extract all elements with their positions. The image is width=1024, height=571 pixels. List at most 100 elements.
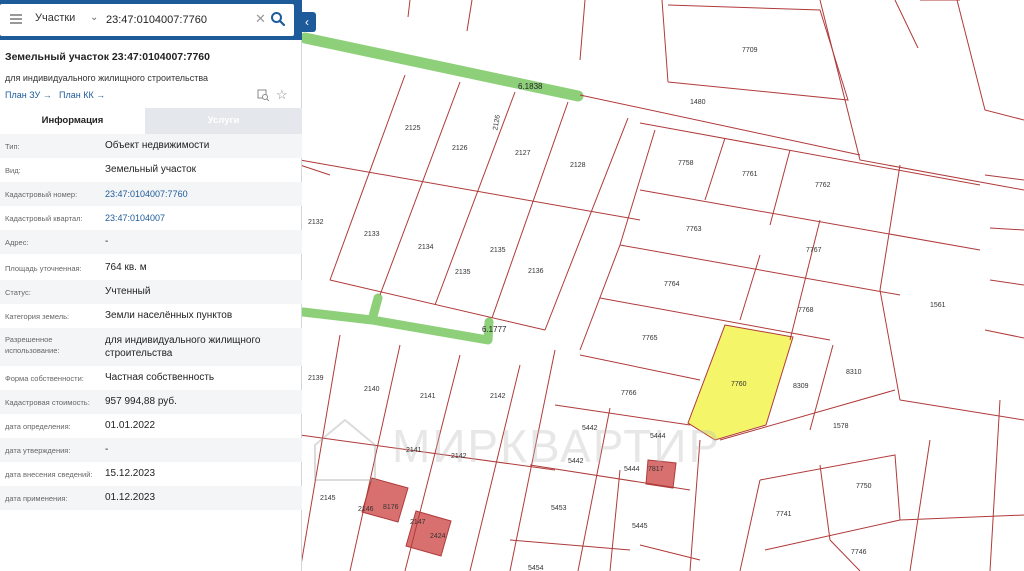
road-label: 6.1838 [518, 82, 543, 91]
plot-label: 2136 [528, 268, 544, 275]
tab-services[interactable]: Услуги [145, 108, 302, 134]
plot-label: 7760 [731, 381, 747, 388]
plot-label: 7758 [678, 160, 694, 167]
plot-label: 5442 [582, 425, 598, 432]
field-label: Тип: [5, 142, 20, 151]
plot-label: 2424 [430, 533, 446, 540]
field-row: Тип: Объект недвижимости [0, 134, 302, 158]
plot-label: 5454 [528, 565, 544, 571]
field-row: Форма собственности: Частная собственнос… [0, 366, 302, 390]
plot-label: 8310 [846, 369, 862, 376]
field-value: - [105, 444, 109, 455]
chevron-down-icon[interactable]: ⌄ [90, 12, 98, 23]
plot-label: 2127 [515, 150, 531, 157]
field-value: 764 кв. м [105, 262, 147, 273]
search-bar: Участки ⌄ ✕ [0, 0, 302, 40]
field-label: Кадастровый номер: [5, 190, 78, 199]
plot-label: 2142 [490, 393, 506, 400]
parcel-title: Земельный участок 23:47:0104007:7760 [5, 51, 210, 63]
field-row: Категория земель: Земли населённых пункт… [0, 304, 302, 328]
plot-label: 7764 [664, 281, 680, 288]
field-value: Учтенный [105, 286, 151, 297]
plot-label: 1480 [690, 99, 706, 106]
cadastral-number-link[interactable]: 23:47:0104007:7760 [105, 189, 188, 199]
field-label: Адрес: [5, 238, 29, 247]
field-label: дата внесения сведений: [5, 470, 93, 479]
plan-kk-link[interactable]: План КК → [59, 90, 105, 100]
watermark-text: МИРКВАРТИР [392, 420, 721, 472]
field-value: 01.01.2022 [105, 420, 156, 431]
field-row: Кадастровая стоимость: 957 994,88 руб. [0, 390, 302, 414]
tabs: Информация Услуги [0, 108, 302, 134]
field-value: Земли населённых пунктов [105, 310, 233, 321]
field-row: дата определения: 01.01.2022 [0, 414, 302, 438]
cadastral-quarter-link[interactable]: 23:47:0104007 [105, 213, 165, 223]
info-panel: Участки ⌄ ✕ ‹ Земельный участок 23:47:01… [0, 0, 316, 571]
plot-label: 2125 [405, 125, 421, 132]
field-label: Категория земель: [5, 312, 70, 321]
plot-label: 7762 [815, 182, 831, 189]
field-label: Кадастровый квартал: [5, 214, 83, 223]
field-label: дата применения: [5, 494, 68, 503]
field-row: дата утверждения: - [0, 438, 302, 462]
field-row: Кадастровый квартал: 23:47:0104007 [0, 206, 302, 230]
print-icon[interactable] [257, 89, 269, 101]
field-row: Кадастровый номер: 23:47:0104007:7760 [0, 182, 302, 206]
plot-label: 7766 [621, 390, 637, 397]
plot-label: 2128 [570, 162, 586, 169]
field-row: дата внесения сведений: 15.12.2023 [0, 462, 302, 486]
collapse-panel-button[interactable]: ‹ [298, 12, 316, 32]
field-value: 957 994,88 руб. [105, 396, 177, 407]
tab-info[interactable]: Информация [0, 108, 145, 134]
field-value: 01.12.2023 [105, 492, 156, 503]
plot-label: 7767 [806, 247, 822, 254]
field-label: Форма собственности: [5, 374, 84, 383]
plot-label: 8176 [383, 504, 399, 511]
search-input[interactable] [106, 11, 251, 29]
plot-label: 2126 [452, 145, 468, 152]
plot-label: 7746 [851, 549, 867, 556]
field-label: Разрешенное использование: [5, 335, 60, 355]
plot-label: 7763 [686, 226, 702, 233]
plan-zu-link[interactable]: План ЗУ → [5, 90, 52, 100]
field-value: Частная собственность [105, 372, 215, 383]
field-row: Разрешенное использование: для индивидуа… [0, 328, 302, 366]
field-value: - [105, 236, 109, 247]
plot-label: 5444 [624, 466, 640, 473]
field-value: Объект недвижимости [105, 140, 210, 151]
plot-label: 5445 [632, 523, 648, 530]
plot-label: 2147 [410, 519, 426, 526]
field-label: дата определения: [5, 422, 71, 431]
plot-label: 1578 [833, 423, 849, 430]
layer-select[interactable]: Участки [35, 12, 75, 24]
field-row: дата применения: 01.12.2023 [0, 486, 302, 510]
plot-label: 2146 [358, 506, 374, 513]
parcel-subtitle: для индивидуального жилищного строительс… [5, 73, 209, 83]
field-label: Площадь уточненная: [5, 264, 82, 273]
plot-label: 2133 [364, 231, 380, 238]
menu-icon[interactable] [10, 14, 22, 24]
plot-label: 7750 [856, 483, 872, 490]
search-icon[interactable] [270, 11, 286, 27]
field-row: Вид: Земельный участок [0, 158, 302, 182]
plot-label: 7765 [642, 335, 658, 342]
search-box[interactable]: Участки ⌄ ✕ [0, 4, 294, 36]
plot-label: 5442 [568, 458, 584, 465]
field-row: Площадь уточненная: 764 кв. м [0, 254, 302, 280]
plot-label: 5444 [650, 433, 666, 440]
plot-label: 2135 [455, 269, 471, 276]
plot-label: 7709 [742, 47, 758, 54]
field-value: 15.12.2023 [105, 468, 156, 479]
plot-label: 2145 [320, 495, 336, 502]
plot-label: 2142 [451, 453, 467, 460]
close-icon[interactable]: ✕ [255, 11, 266, 27]
field-row: Адрес: - [0, 230, 302, 254]
plot-label: 2135 [490, 247, 506, 254]
road-label: 6.1777 [482, 325, 507, 334]
star-icon[interactable]: ☆ [276, 87, 288, 103]
plot-label: 5453 [551, 505, 567, 512]
plot-label: 7817 [648, 466, 664, 473]
plot-label: 7761 [742, 171, 758, 178]
plot-label: 2141 [420, 393, 436, 400]
field-label: Кадастровая стоимость: [5, 398, 90, 407]
